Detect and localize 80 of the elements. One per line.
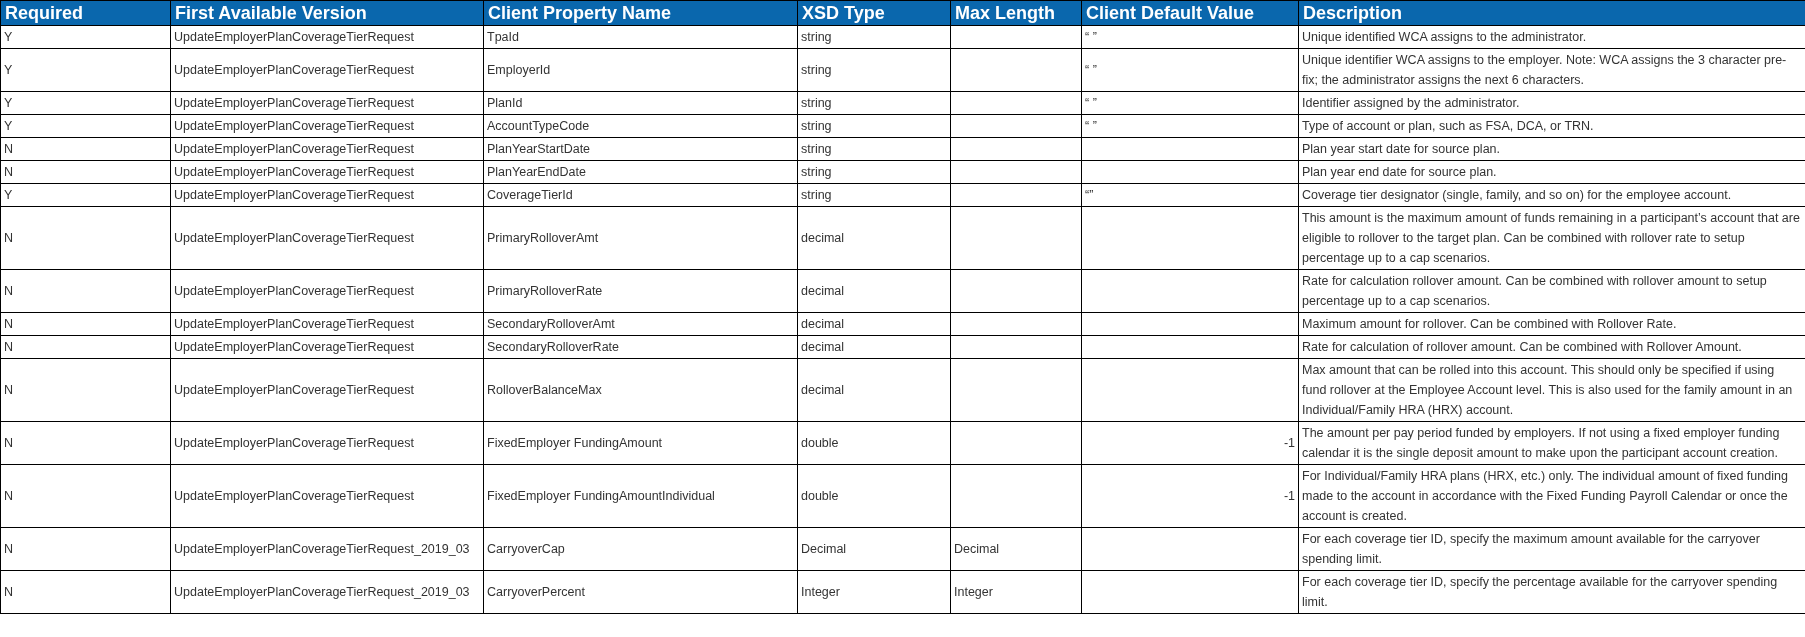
table-cell: string bbox=[797, 137, 951, 161]
table-cell: “ ” bbox=[1081, 25, 1299, 49]
table-cell: -1 bbox=[1081, 421, 1299, 465]
table-cell: string bbox=[797, 91, 951, 115]
column-header: First Available Version bbox=[170, 0, 484, 26]
table-cell: decimal bbox=[797, 358, 951, 422]
table-cell: FixedEmployer FundingAmount bbox=[483, 421, 798, 465]
table-cell: N bbox=[0, 527, 171, 571]
table-cell: PrimaryRolloverAmt bbox=[483, 206, 798, 270]
table-cell: -1 bbox=[1081, 464, 1299, 528]
table-cell: decimal bbox=[797, 206, 951, 270]
table-cell: N bbox=[0, 421, 171, 465]
table-cell: double bbox=[797, 421, 951, 465]
table-cell: UpdateEmployerPlanCoverageTierRequest bbox=[170, 183, 484, 207]
column-header: Client Default Value bbox=[1081, 0, 1299, 26]
table-cell: string bbox=[797, 114, 951, 138]
table-cell: UpdateEmployerPlanCoverageTierRequest bbox=[170, 114, 484, 138]
table-cell: SecondaryRolloverRate bbox=[483, 335, 798, 359]
table-cell: N bbox=[0, 358, 171, 422]
column-header: XSD Type bbox=[797, 0, 951, 26]
table-cell: UpdateEmployerPlanCoverageTierRequest bbox=[170, 269, 484, 313]
table-cell: Y bbox=[0, 25, 171, 49]
table-cell: N bbox=[0, 206, 171, 270]
table-cell: UpdateEmployerPlanCoverageTierRequest bbox=[170, 421, 484, 465]
table-cell: string bbox=[797, 25, 951, 49]
table-cell: N bbox=[0, 335, 171, 359]
table-cell: string bbox=[797, 48, 951, 92]
table-cell: N bbox=[0, 464, 171, 528]
table-cell: CarryoverPercent bbox=[483, 570, 798, 614]
table-cell: UpdateEmployerPlanCoverageTierRequest_2019_03 bbox=[170, 527, 484, 571]
table-cell: double bbox=[797, 464, 951, 528]
table-cell: Decimal bbox=[950, 527, 1082, 571]
table-cell: PrimaryRolloverRate bbox=[483, 269, 798, 313]
table-cell: Decimal bbox=[797, 527, 951, 571]
table-cell: Integer bbox=[797, 570, 951, 614]
table-cell: RolloverBalanceMax bbox=[483, 358, 798, 422]
table-cell: Y bbox=[0, 91, 171, 115]
table-cell: UpdateEmployerPlanCoverageTierRequest bbox=[170, 137, 484, 161]
table-cell: UpdateEmployerPlanCoverageTierRequest bbox=[170, 160, 484, 184]
table-cell: SecondaryRolloverAmt bbox=[483, 312, 798, 336]
column-header: Client Property Name bbox=[483, 0, 798, 26]
table-cell: CarryoverCap bbox=[483, 527, 798, 571]
table-cell: UpdateEmployerPlanCoverageTierRequest bbox=[170, 358, 484, 422]
table-cell: string bbox=[797, 183, 951, 207]
table-cell: PlanYearEndDate bbox=[483, 160, 798, 184]
table-cell: UpdateEmployerPlanCoverageTierRequest bbox=[170, 91, 484, 115]
table-cell: EmployerId bbox=[483, 48, 798, 92]
table-cell: UpdateEmployerPlanCoverageTierRequest_2019_03 bbox=[170, 570, 484, 614]
table-cell: “ ” bbox=[1081, 91, 1299, 115]
table-cell: UpdateEmployerPlanCoverageTierRequest bbox=[170, 335, 484, 359]
table-cell: N bbox=[0, 570, 171, 614]
table-cell: N bbox=[0, 160, 171, 184]
table-cell: UpdateEmployerPlanCoverageTierRequest bbox=[170, 312, 484, 336]
table-cell: PlanYearStartDate bbox=[483, 137, 798, 161]
table-cell: “” bbox=[1081, 183, 1299, 207]
table-cell: decimal bbox=[797, 312, 951, 336]
table-cell: string bbox=[797, 160, 951, 184]
table-cell: UpdateEmployerPlanCoverageTierRequest bbox=[170, 25, 484, 49]
table-cell: N bbox=[0, 269, 171, 313]
table-cell: UpdateEmployerPlanCoverageTierRequest bbox=[170, 48, 484, 92]
table-cell: Y bbox=[0, 183, 171, 207]
table-cell: UpdateEmployerPlanCoverageTierRequest bbox=[170, 464, 484, 528]
table-cell: decimal bbox=[797, 335, 951, 359]
table-cell: UpdateEmployerPlanCoverageTierRequest bbox=[170, 206, 484, 270]
table-cell: Y bbox=[0, 114, 171, 138]
table-cell: decimal bbox=[797, 269, 951, 313]
table-cell: “ ” bbox=[1081, 48, 1299, 92]
table-cell: CoverageTierId bbox=[483, 183, 798, 207]
column-header: Description bbox=[1298, 0, 1805, 26]
table-cell: FixedEmployer FundingAmountIndividual bbox=[483, 464, 798, 528]
column-header: Required bbox=[0, 0, 171, 26]
table-cell: PlanId bbox=[483, 91, 798, 115]
table-cell: Integer bbox=[950, 570, 1082, 614]
table-cell: N bbox=[0, 137, 171, 161]
table-cell: TpaId bbox=[483, 25, 798, 49]
table-cell: N bbox=[0, 312, 171, 336]
column-header: Max Length bbox=[950, 0, 1082, 26]
table-cell: “ ” bbox=[1081, 114, 1299, 138]
table-cell: Y bbox=[0, 48, 171, 92]
table-cell: AccountTypeCode bbox=[483, 114, 798, 138]
